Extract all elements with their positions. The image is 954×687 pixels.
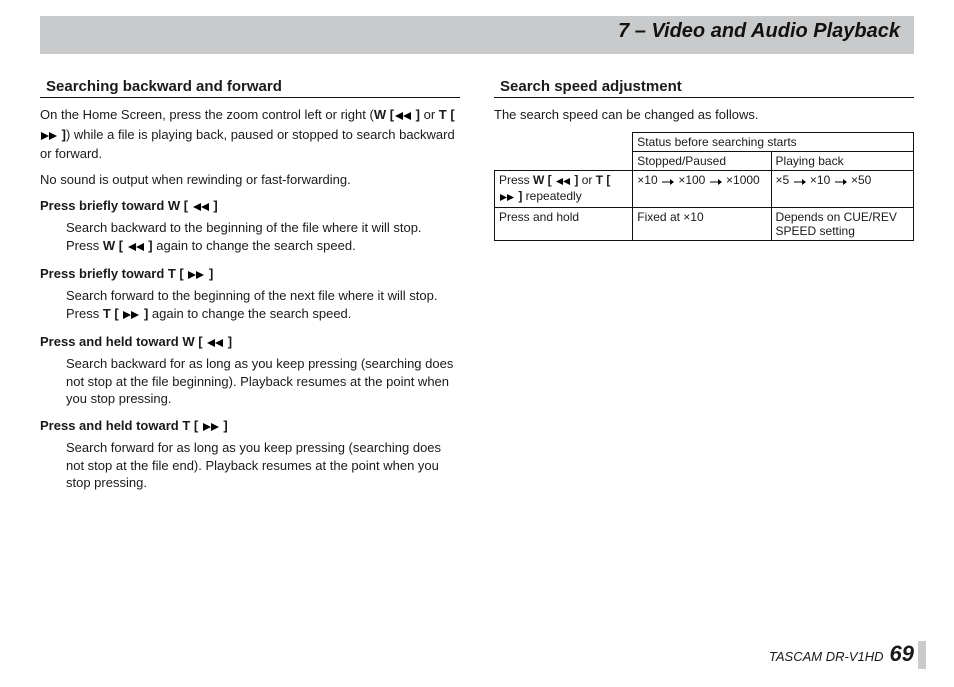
right-column: Search speed adjustment The search speed… bbox=[494, 78, 914, 492]
left-column: Searching backward and forward On the Ho… bbox=[40, 78, 460, 492]
item1-key-end: ] bbox=[145, 238, 153, 253]
rewind-icon bbox=[127, 239, 145, 257]
item4-body: Search forward for as long as you keep p… bbox=[66, 439, 460, 492]
forward-icon bbox=[122, 307, 140, 325]
table-row: Status before searching starts bbox=[495, 132, 914, 151]
t-key-label-end: ] bbox=[58, 127, 66, 142]
row2-label: Press and hold bbox=[495, 207, 633, 240]
r1-post: repeatedly bbox=[522, 189, 581, 203]
item2-body: Search forward to the beginning of the n… bbox=[66, 287, 460, 324]
arrow-right-icon bbox=[709, 175, 723, 189]
status-header: Status before searching starts bbox=[633, 132, 914, 151]
speed-table: Status before searching starts Stopped/P… bbox=[494, 132, 914, 241]
r1-t: T [ bbox=[596, 173, 611, 187]
forward-icon bbox=[40, 128, 58, 146]
sub-head-4: Press and held toward T [ ] bbox=[40, 418, 460, 435]
h4-post: ] bbox=[220, 418, 228, 433]
r1-w: W [ bbox=[533, 173, 555, 187]
no-sound-note: No sound is output when rewinding or fas… bbox=[40, 171, 460, 189]
forward-icon bbox=[202, 420, 220, 435]
left-section-title: Searching backward and forward bbox=[40, 78, 460, 98]
right-intro: The search speed can be changed as follo… bbox=[494, 106, 914, 124]
left-intro: On the Home Screen, press the zoom contr… bbox=[40, 106, 460, 163]
h3-post: ] bbox=[224, 334, 232, 349]
footer-brand: TASCAM DR-V1HD bbox=[769, 649, 884, 664]
rewind-icon bbox=[192, 200, 210, 215]
h4-pre: Press and held toward T [ bbox=[40, 418, 202, 433]
sub-head-1: Press briefly toward W [ ] bbox=[40, 198, 460, 215]
h1-pre: Press briefly toward W [ bbox=[40, 198, 192, 213]
r1-or: or bbox=[578, 173, 595, 187]
forward-icon bbox=[499, 191, 515, 205]
blank-cell bbox=[495, 132, 633, 170]
r1-pre: Press bbox=[499, 173, 533, 187]
intro-text-a: On the Home Screen, press the zoom contr… bbox=[40, 107, 374, 122]
item3-body: Search backward for as long as you keep … bbox=[66, 355, 460, 408]
or-text: or bbox=[420, 107, 439, 122]
arrow-right-icon bbox=[793, 175, 807, 189]
item2-key: T [ bbox=[103, 306, 123, 321]
w-key-label-end: ] bbox=[412, 107, 420, 122]
w-key-label: W [ bbox=[374, 107, 394, 122]
row2-playing: Depends on CUE/REV SPEED setting bbox=[771, 207, 913, 240]
col-playing: Playing back bbox=[771, 151, 913, 170]
seq-v: ×1000 bbox=[726, 173, 760, 187]
h2-post: ] bbox=[205, 266, 213, 281]
arrow-right-icon bbox=[661, 175, 675, 189]
page-footer: TASCAM DR-V1HD 69 bbox=[769, 641, 914, 667]
row1-playing: ×5 ×10 ×50 bbox=[771, 170, 913, 207]
item1-key: W [ bbox=[103, 238, 127, 253]
right-section-title: Search speed adjustment bbox=[494, 78, 914, 98]
item1-line-a: Search backward to the beginning of the … bbox=[66, 220, 422, 235]
item2-line-b-post: again to change the search speed. bbox=[148, 306, 351, 321]
item1-body: Search backward to the beginning of the … bbox=[66, 219, 460, 256]
item2-line-a: Search forward to the beginning of the n… bbox=[66, 288, 437, 303]
footer-tab-decoration bbox=[918, 641, 926, 669]
row1-label: Press W [ ] or T [ ] repeatedly bbox=[495, 170, 633, 207]
rewind-icon bbox=[394, 108, 412, 126]
row1-stopped: ×10 ×100 ×1000 bbox=[633, 170, 771, 207]
h2-pre: Press briefly toward T [ bbox=[40, 266, 187, 281]
table-row: Press W [ ] or T [ ] repeatedly ×10 ×100… bbox=[495, 170, 914, 207]
sub-head-2: Press briefly toward T [ ] bbox=[40, 266, 460, 283]
forward-icon bbox=[187, 268, 205, 283]
row2-stopped: Fixed at ×10 bbox=[633, 207, 771, 240]
intro-text-b: ) while a file is playing back, paused o… bbox=[40, 127, 455, 162]
page: 7 – Video and Audio Playback Searching b… bbox=[0, 16, 954, 687]
rewind-icon bbox=[206, 336, 224, 351]
seq-v: ×50 bbox=[851, 173, 871, 187]
chapter-header-bar: 7 – Video and Audio Playback bbox=[40, 16, 914, 54]
item2-line-b-pre: Press bbox=[66, 306, 103, 321]
page-number: 69 bbox=[890, 641, 914, 667]
t-key-label: T [ bbox=[439, 107, 455, 122]
h3-pre: Press and held toward W [ bbox=[40, 334, 206, 349]
seq-v: ×10 bbox=[810, 173, 830, 187]
h1-post: ] bbox=[210, 198, 218, 213]
col-stopped: Stopped/Paused bbox=[633, 151, 771, 170]
seq-v: ×100 bbox=[678, 173, 705, 187]
rewind-icon bbox=[555, 175, 571, 189]
seq-v: ×10 bbox=[637, 173, 657, 187]
chapter-title: 7 – Video and Audio Playback bbox=[618, 20, 900, 43]
item1-line-b-pre: Press bbox=[66, 238, 103, 253]
table-row: Press and hold Fixed at ×10 Depends on C… bbox=[495, 207, 914, 240]
content-columns: Searching backward and forward On the Ho… bbox=[40, 78, 914, 492]
item1-line-b-post: again to change the search speed. bbox=[153, 238, 356, 253]
seq-v: ×5 bbox=[776, 173, 790, 187]
sub-head-3: Press and held toward W [ ] bbox=[40, 334, 460, 351]
arrow-right-icon bbox=[834, 175, 848, 189]
